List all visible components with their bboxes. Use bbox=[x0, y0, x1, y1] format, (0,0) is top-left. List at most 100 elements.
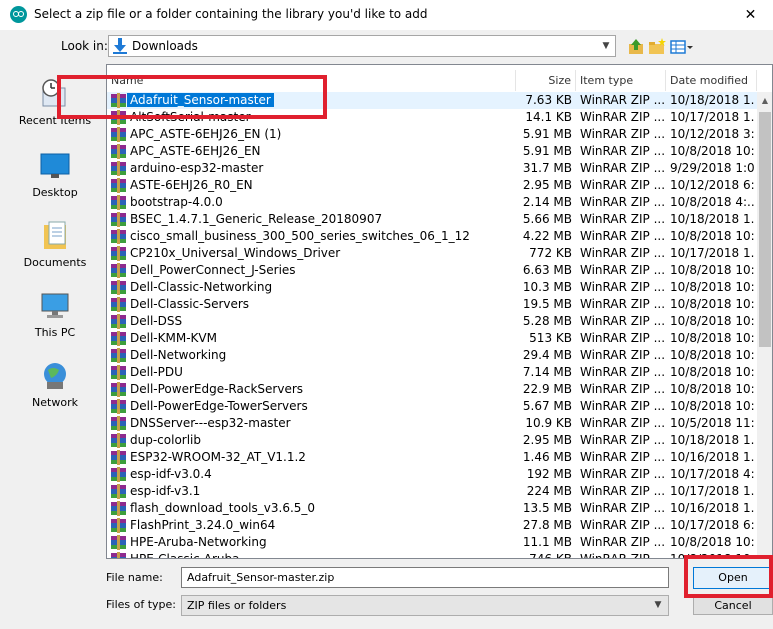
table-row[interactable]: Dell-Networking 29.4 MB WinRAR ZIP ... 10/8… bbox=[107, 347, 757, 364]
chevron-down-icon[interactable]: ▼ bbox=[650, 596, 666, 615]
vertical-scrollbar[interactable]: ▲ bbox=[757, 92, 772, 558]
file-type-cell: WinRAR ZIP ... bbox=[580, 297, 666, 311]
place-desktop[interactable]: Desktop bbox=[8, 150, 102, 210]
table-row[interactable]: Dell-PowerEdge-TowerServers 5.67 MB WinRAR… bbox=[107, 398, 757, 415]
file-name-cell: ESP32-WROOM-32_AT_V1.1.2 bbox=[130, 450, 306, 464]
scroll-thumb[interactable] bbox=[759, 112, 771, 347]
table-row[interactable]: DNSServer---esp32-master 10.9 KB WinRAR ZI… bbox=[107, 415, 757, 432]
file-date-cell: 10/17/2018 1... bbox=[670, 246, 754, 260]
column-headers: Name Size Item type Date modified bbox=[107, 70, 757, 91]
place-this-pc[interactable]: This PC bbox=[8, 290, 102, 350]
file-name-cell: esp-idf-v3.1 bbox=[130, 484, 201, 498]
file-date-cell: 10/8/2018 10:... bbox=[670, 314, 754, 328]
look-in-combo[interactable]: Downloads ▼ bbox=[108, 35, 616, 57]
table-row[interactable]: Dell-PowerEdge-RackServers 22.9 MB WinRAR … bbox=[107, 381, 757, 398]
place-documents[interactable]: Documents bbox=[8, 220, 102, 280]
open-button[interactable]: Open bbox=[693, 567, 773, 589]
column-header-date[interactable]: Date modified bbox=[666, 70, 757, 91]
table-row[interactable]: Dell-Classic-Networking 10.3 MB WinRAR ZIP… bbox=[107, 279, 757, 296]
winrar-zip-icon bbox=[111, 297, 126, 312]
table-row[interactable]: dup-colorlib 2.95 MB WinRAR ZIP ... 10/18/2… bbox=[107, 432, 757, 449]
table-row[interactable]: bootstrap-4.0.0 2.14 MB WinRAR ZIP ... 10/8… bbox=[107, 194, 757, 211]
table-row[interactable]: cisco_small_business_300_500_series_swit… bbox=[107, 228, 757, 245]
table-row[interactable]: FlashPrint_3.24.0_win64 27.8 MB WinRAR ZIP… bbox=[107, 517, 757, 534]
up-one-level-icon[interactable] bbox=[627, 38, 645, 56]
winrar-zip-icon bbox=[111, 348, 126, 363]
chevron-down-icon[interactable]: ▼ bbox=[597, 36, 615, 56]
file-name-cell: FlashPrint_3.24.0_win64 bbox=[130, 518, 276, 532]
table-row[interactable]: flash_download_tools_v3.6.5_0 13.5 MB WinR… bbox=[107, 500, 757, 517]
file-name-cell: Dell-Classic-Networking bbox=[130, 280, 273, 294]
table-row[interactable]: esp-idf-v3.1 224 MB WinRAR ZIP ... 10/17/20… bbox=[107, 483, 757, 500]
file-name-cell: Dell-PDU bbox=[130, 365, 183, 379]
table-row[interactable]: ASTE-6EHJ26_R0_EN 2.95 MB WinRAR ZIP ... 10… bbox=[107, 177, 757, 194]
file-size-cell: 192 MB bbox=[526, 467, 572, 481]
file-size-cell: 10.3 MB bbox=[522, 280, 572, 294]
file-name-cell: arduino-esp32-master bbox=[130, 161, 264, 175]
file-type-cell: WinRAR ZIP ... bbox=[580, 178, 666, 192]
file-type-cell: WinRAR ZIP ... bbox=[580, 433, 666, 447]
file-type-label: Files of type: bbox=[106, 598, 177, 611]
column-header-size[interactable]: Size bbox=[516, 70, 576, 91]
file-type-select[interactable]: ZIP files or folders ▼ bbox=[181, 595, 669, 616]
file-type-cell: WinRAR ZIP ... bbox=[580, 229, 666, 243]
winrar-zip-icon bbox=[111, 365, 126, 380]
place-recent-items[interactable]: Recent Items bbox=[8, 78, 102, 138]
table-row[interactable]: Adafruit_Sensor-master 7.63 KB WinRAR ZIP … bbox=[107, 92, 757, 109]
file-size-cell: 19.5 MB bbox=[522, 297, 572, 311]
table-row[interactable]: arduino-esp32-master 31.7 MB WinRAR ZIP ..… bbox=[107, 160, 757, 177]
table-row[interactable]: APC_ASTE-6EHJ26_EN 5.91 MB WinRAR ZIP ... 1… bbox=[107, 143, 757, 160]
view-menu-icon[interactable] bbox=[670, 38, 694, 56]
file-size-cell: 7.14 MB bbox=[522, 365, 572, 379]
place-label: This PC bbox=[34, 326, 76, 339]
table-row[interactable]: Dell-Classic-Servers 19.5 MB WinRAR ZIP ..… bbox=[107, 296, 757, 313]
place-network[interactable]: Network bbox=[8, 360, 102, 420]
column-header-name[interactable]: Name bbox=[107, 70, 516, 91]
downloads-folder-icon bbox=[113, 38, 127, 54]
cancel-button[interactable]: Cancel bbox=[693, 595, 773, 615]
file-name-cell: flash_download_tools_v3.6.5_0 bbox=[130, 501, 316, 515]
table-row[interactable]: HPE-Classic-Aruba 746 KB WinRAR ZIP ... 10/… bbox=[107, 551, 757, 558]
file-name-cell: Dell-PowerEdge-RackServers bbox=[130, 382, 304, 396]
table-row[interactable]: CP210x_Universal_Windows_Driver 772 KB Win… bbox=[107, 245, 757, 262]
file-name-input[interactable]: Adafruit_Sensor-master.zip bbox=[181, 567, 669, 588]
table-row[interactable]: Dell_PowerConnect_J-Series 6.63 MB WinRAR … bbox=[107, 262, 757, 279]
winrar-zip-icon bbox=[111, 450, 126, 465]
winrar-zip-icon bbox=[111, 246, 126, 261]
file-date-cell: 10/8/2018 10:... bbox=[670, 263, 754, 277]
file-list[interactable]: Name Size Item type Date modified Adafru… bbox=[106, 64, 773, 559]
table-row[interactable]: AltSoftSerial-master 14.1 KB WinRAR ZIP ..… bbox=[107, 109, 757, 126]
file-name-cell: esp-idf-v3.0.4 bbox=[130, 467, 212, 481]
winrar-zip-icon bbox=[111, 484, 126, 499]
file-size-cell: 2.95 MB bbox=[522, 178, 572, 192]
recent-items-icon bbox=[42, 79, 66, 107]
file-date-cell: 10/8/2018 10:... bbox=[670, 297, 754, 311]
new-folder-icon[interactable] bbox=[648, 38, 666, 56]
table-row[interactable]: Dell-PDU 7.14 MB WinRAR ZIP ... 10/8/2018 1… bbox=[107, 364, 757, 381]
file-size-cell: 513 KB bbox=[529, 331, 572, 345]
file-date-cell: 10/5/2018 11:... bbox=[670, 416, 754, 430]
table-row[interactable]: esp-idf-v3.0.4 192 MB WinRAR ZIP ... 10/17/… bbox=[107, 466, 757, 483]
file-date-cell: 10/8/2018 10:... bbox=[670, 399, 754, 413]
file-type-cell: WinRAR ZIP ... bbox=[580, 365, 666, 379]
winrar-zip-icon bbox=[111, 501, 126, 516]
table-row[interactable]: Dell-DSS 5.28 MB WinRAR ZIP ... 10/8/2018 1… bbox=[107, 313, 757, 330]
file-type-cell: WinRAR ZIP ... bbox=[580, 518, 666, 532]
file-type-cell: WinRAR ZIP ... bbox=[580, 501, 666, 515]
this-pc-icon bbox=[41, 293, 69, 318]
file-date-cell: 10/18/2018 1... bbox=[670, 433, 754, 447]
table-row[interactable]: ESP32-WROOM-32_AT_V1.1.2 1.46 MB WinRAR ZI… bbox=[107, 449, 757, 466]
column-header-type[interactable]: Item type bbox=[576, 70, 666, 91]
table-row[interactable]: BSEC_1.4.7.1_Generic_Release_20180907 5.6… bbox=[107, 211, 757, 228]
file-size-cell: 22.9 MB bbox=[522, 382, 572, 396]
file-name-cell: Dell-DSS bbox=[130, 314, 183, 328]
file-size-cell: 10.9 KB bbox=[525, 416, 572, 430]
file-name-cell: BSEC_1.4.7.1_Generic_Release_20180907 bbox=[130, 212, 383, 226]
table-row[interactable]: APC_ASTE-6EHJ26_EN (1) 5.91 MB WinRAR ZIP … bbox=[107, 126, 757, 143]
file-name-cell: HPE-Aruba-Networking bbox=[130, 535, 267, 549]
file-type-cell: WinRAR ZIP ... bbox=[580, 263, 666, 277]
scroll-up-icon[interactable]: ▲ bbox=[757, 92, 772, 109]
table-row[interactable]: Dell-KMM-KVM 513 KB WinRAR ZIP ... 10/8/201… bbox=[107, 330, 757, 347]
window-close-button[interactable]: ✕ bbox=[728, 0, 773, 30]
table-row[interactable]: HPE-Aruba-Networking 11.1 MB WinRAR ZIP ..… bbox=[107, 534, 757, 551]
